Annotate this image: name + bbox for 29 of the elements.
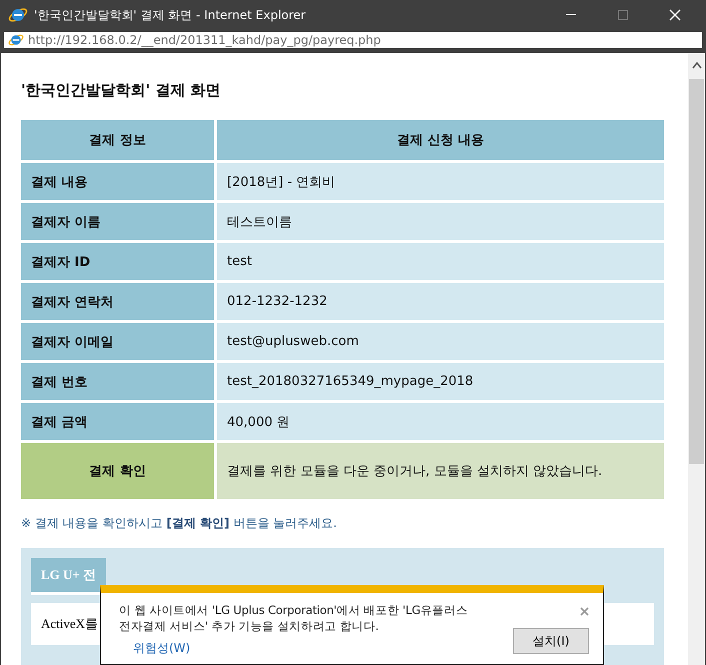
row-value: 테스트이름 bbox=[217, 203, 664, 240]
row-label: 결제 금액 bbox=[21, 403, 214, 440]
column-header: 결제 신청 내용 bbox=[217, 120, 664, 160]
row-value: test@uplusweb.com bbox=[217, 323, 664, 360]
notification-message: 이 웹 사이트에서 'LG Uplus Corporation'에서 배포한 'LG유플러스 전자결제 서비스' 추가 기능을 설치하려고 합니다. bbox=[119, 603, 469, 634]
panel-title: LG U+ 전 bbox=[31, 558, 106, 595]
row-label: 결제자 이름 bbox=[21, 203, 214, 240]
minimize-icon[interactable] bbox=[566, 14, 576, 16]
page-heading: '한국인간발달학회' 결제 화면 bbox=[21, 81, 222, 100]
row-value: [2018년] - 연회비 bbox=[217, 163, 664, 200]
row-value: 결제를 위한 모듈을 다운 중이거나, 모듈을 설치하지 않았습니다. bbox=[217, 443, 664, 499]
row-label: 결제 확인 bbox=[21, 443, 214, 499]
row-label: 결제 번호 bbox=[21, 363, 214, 400]
row-label: 결제자 연락처 bbox=[21, 283, 214, 320]
row-value: 40,000 원 bbox=[217, 403, 664, 440]
instruction-text: ※ 결제 내용을 확인하시고 [결제 확인] 버튼을 눌러주세요. bbox=[21, 515, 338, 532]
window-title: '한국인간발달학회' 결제 화면 - Internet Explorer bbox=[34, 6, 307, 24]
row-value: 012-1232-1232 bbox=[217, 283, 664, 320]
row-label: 결제자 이메일 bbox=[21, 323, 214, 360]
scroll-up-icon[interactable] bbox=[692, 61, 702, 69]
row-label: 결제자 ID bbox=[21, 243, 214, 280]
row-label: 결제 내용 bbox=[21, 163, 214, 200]
address-field[interactable]: http://192.168.0.2/__end/201311_kahd/pay_pg/payreq.php bbox=[4, 32, 702, 48]
scrollbar[interactable] bbox=[688, 53, 705, 665]
install-button[interactable]: 설치(I) bbox=[513, 628, 589, 654]
row-value: test_20180327165349_mypage_2018 bbox=[217, 363, 664, 400]
column-header: 결제 정보 bbox=[21, 120, 214, 160]
row-value: test bbox=[217, 243, 664, 280]
browser-icon bbox=[8, 32, 24, 48]
